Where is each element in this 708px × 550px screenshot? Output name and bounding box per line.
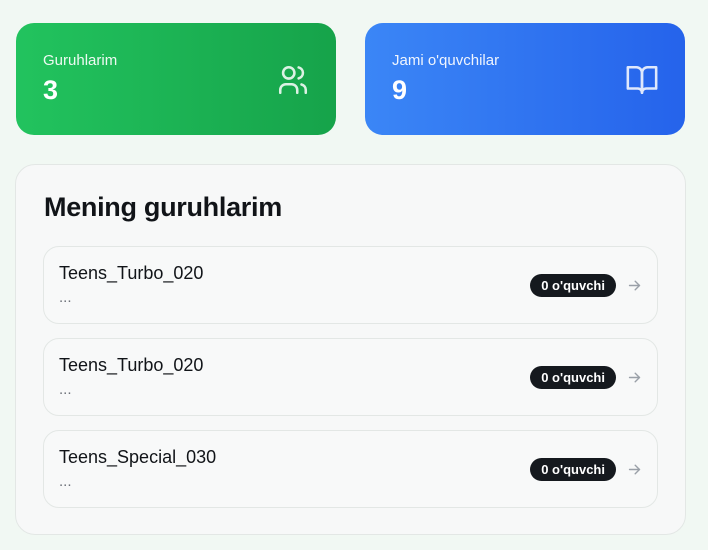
my-groups-panel: Mening guruhlarim Teens_Turbo_020 ... 0 … bbox=[15, 164, 686, 535]
users-icon bbox=[278, 65, 308, 95]
group-item[interactable]: Teens_Turbo_020 ... 0 o'quvchi bbox=[43, 338, 658, 416]
group-item[interactable]: Teens_Special_030 ... 0 o'quvchi bbox=[43, 430, 658, 508]
arrow-right-icon[interactable] bbox=[626, 369, 643, 386]
students-stat-value: 9 bbox=[392, 75, 408, 105]
group-name: Teens_Turbo_020 bbox=[59, 355, 204, 375]
book-open-icon bbox=[626, 65, 658, 95]
students-stat-card: Jami o'quvchilar 9 bbox=[365, 23, 685, 135]
students-stat-label: Jami o'quvchilar bbox=[392, 52, 500, 69]
student-count-badge: 0 o'quvchi bbox=[530, 274, 616, 297]
panel-title: Mening guruhlarim bbox=[44, 192, 282, 222]
group-subtitle: ... bbox=[59, 289, 72, 306]
group-subtitle: ... bbox=[59, 473, 72, 490]
student-count-badge: 0 o'quvchi bbox=[530, 366, 616, 389]
group-item[interactable]: Teens_Turbo_020 ... 0 o'quvchi bbox=[43, 246, 658, 324]
arrow-right-icon[interactable] bbox=[626, 461, 643, 478]
group-name: Teens_Turbo_020 bbox=[59, 263, 204, 283]
arrow-right-icon[interactable] bbox=[626, 277, 643, 294]
groups-stat-value: 3 bbox=[43, 75, 59, 105]
student-count-badge: 0 o'quvchi bbox=[530, 458, 616, 481]
groups-stat-card: Guruhlarim 3 bbox=[16, 23, 336, 135]
group-subtitle: ... bbox=[59, 381, 72, 398]
group-name: Teens_Special_030 bbox=[59, 447, 217, 467]
groups-stat-label: Guruhlarim bbox=[43, 52, 118, 69]
